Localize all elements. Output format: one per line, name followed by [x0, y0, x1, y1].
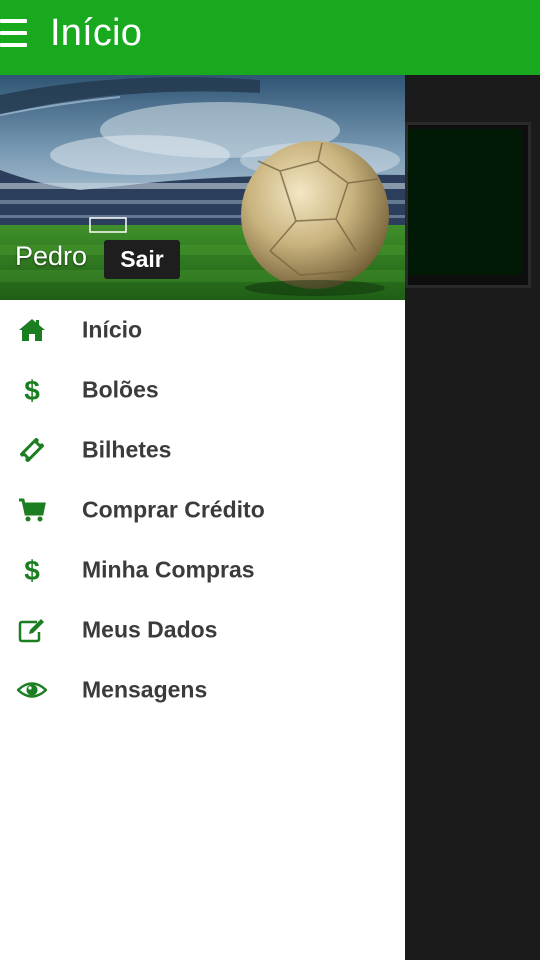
dimmed-card: [405, 122, 531, 288]
eye-icon: [16, 674, 48, 706]
menu-item-label: Meus Dados: [82, 616, 218, 643]
dollar-icon: $: [16, 374, 48, 406]
menu-item-label: Bilhetes: [82, 436, 172, 463]
drawer-menu: Início $ Bolões Bilhetes Comprar Crédito…: [0, 300, 405, 720]
ticket-icon: [16, 434, 48, 466]
edit-icon: [16, 614, 48, 646]
menu-item-comprar-credito[interactable]: Comprar Crédito: [0, 480, 405, 540]
cart-icon: [16, 494, 48, 526]
app-bar: Início: [0, 0, 540, 75]
home-icon: [16, 314, 48, 346]
user-name: Pedro: [15, 241, 88, 271]
page-title: Início: [50, 12, 143, 54]
menu-item-inicio[interactable]: Início: [0, 300, 405, 360]
menu-item-meus-dados[interactable]: Meus Dados: [0, 600, 405, 660]
menu-item-label: Comprar Crédito: [82, 496, 265, 523]
menu-item-bilhetes[interactable]: Bilhetes: [0, 420, 405, 480]
menu-icon[interactable]: [0, 19, 28, 47]
menu-item-mensagens[interactable]: Mensagens: [0, 660, 405, 720]
menu-item-label: Minha Compras: [82, 556, 255, 583]
svg-text:$: $: [24, 555, 40, 585]
menu-item-label: Início: [82, 316, 143, 343]
dollar-icon: $: [16, 554, 48, 586]
menu-item-minha-compras[interactable]: $ Minha Compras: [0, 540, 405, 600]
menu-item-label: Bolões: [82, 376, 159, 403]
drawer-header: Pedro Sair: [0, 75, 405, 300]
logout-button[interactable]: Sair: [104, 240, 180, 279]
menu-item-label: Mensagens: [82, 676, 208, 703]
menu-item-boloes[interactable]: $ Bolões: [0, 360, 405, 420]
svg-text:$: $: [24, 375, 40, 405]
navigation-drawer: Pedro Sair Início $ Bolões Bilhetes Comp…: [0, 75, 405, 960]
